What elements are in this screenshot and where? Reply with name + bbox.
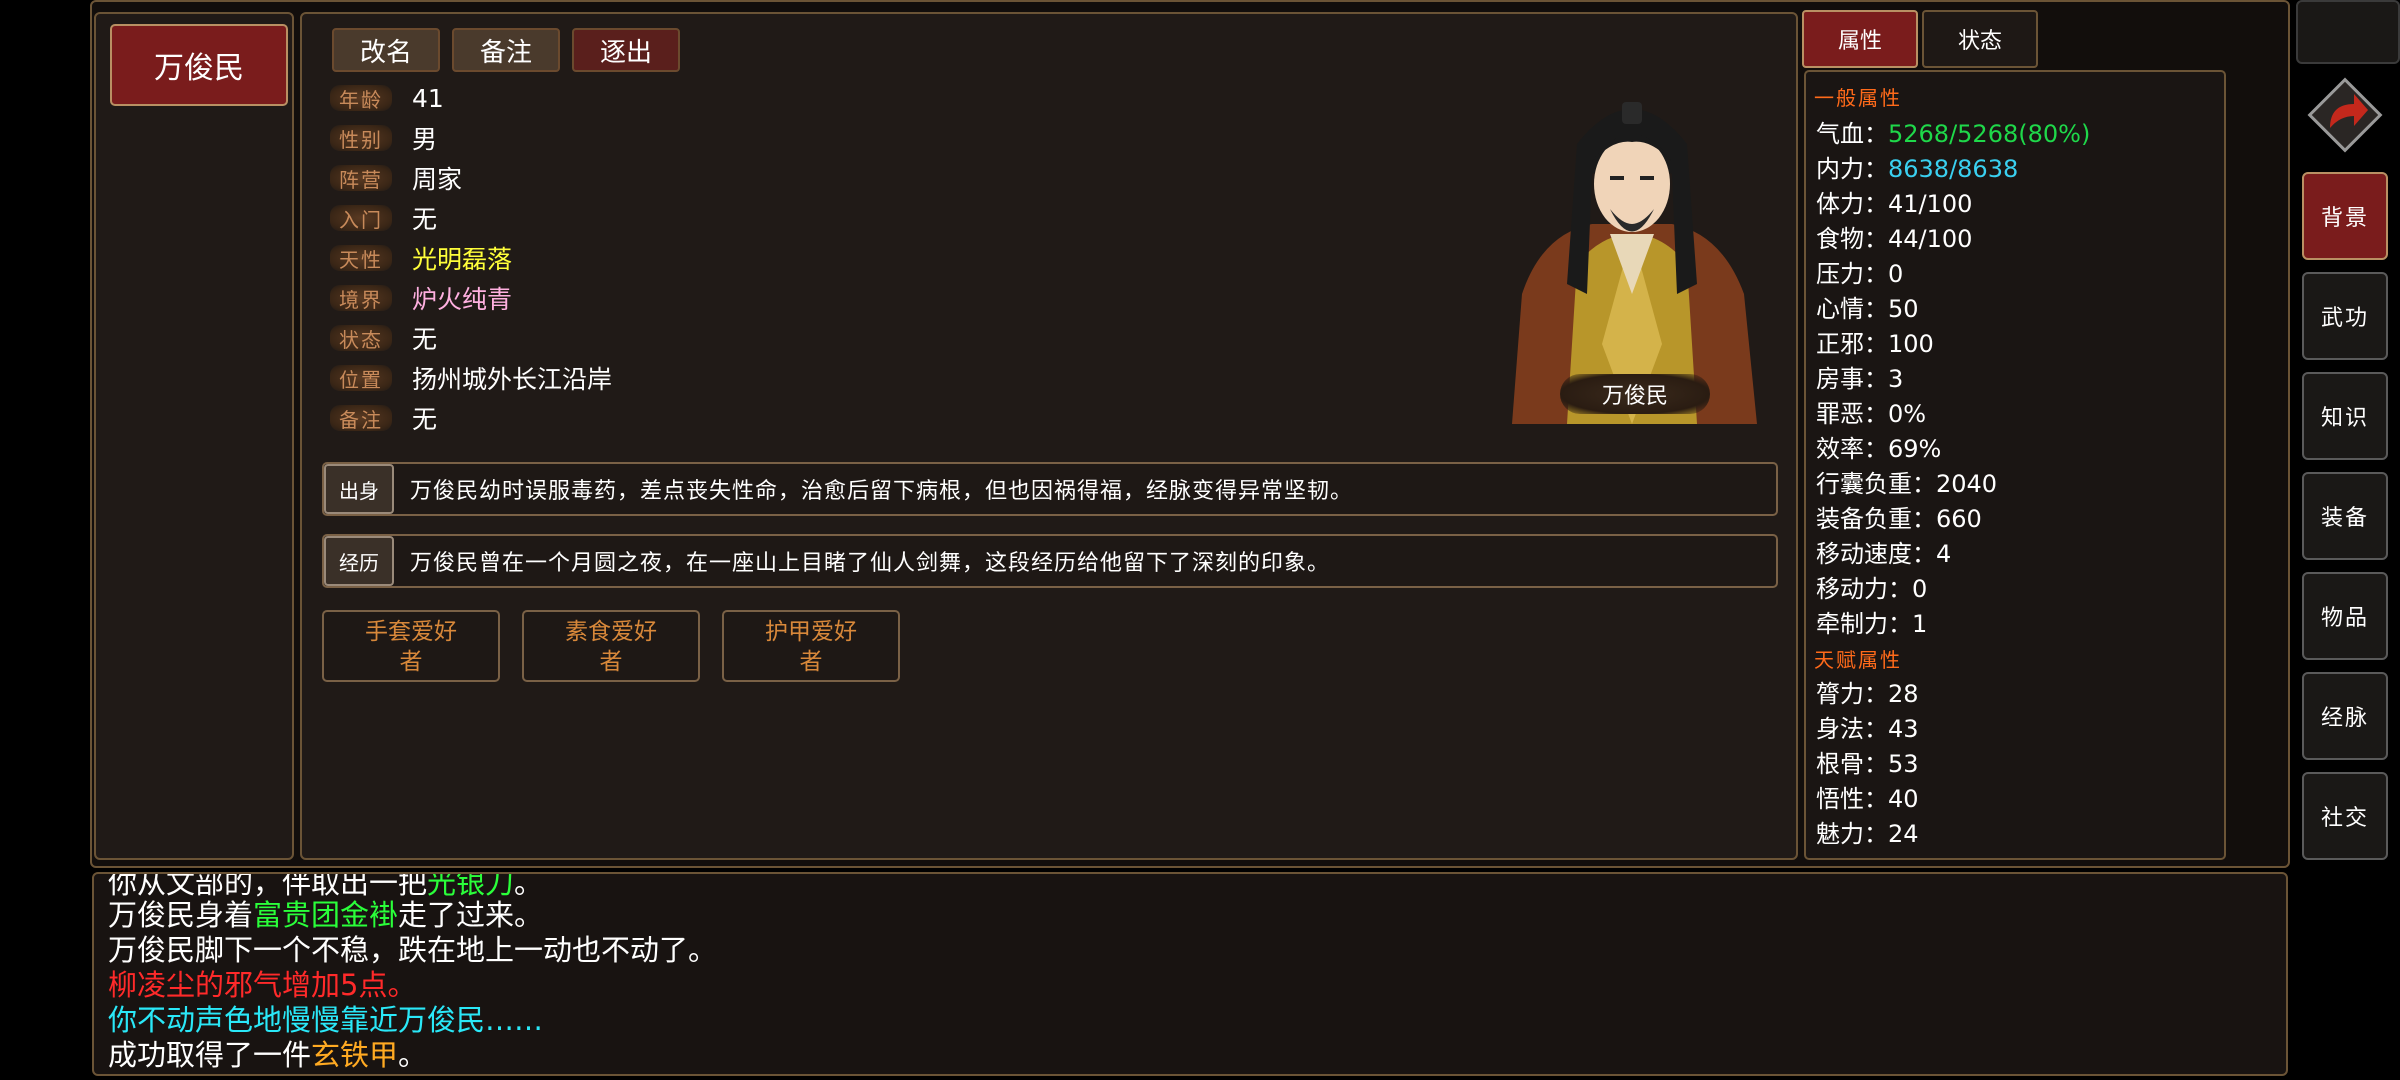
portrait-caption: 万俊民 [1560, 374, 1710, 414]
info-value: 男 [412, 125, 438, 154]
info-row-entry: 入门 无 [330, 200, 437, 236]
log-line: 成功取得了一件玄铁甲。 [108, 1038, 428, 1072]
attr-crime: 罪恶：0% [1816, 400, 1927, 428]
expel-button[interactable]: 逐出 [572, 28, 680, 72]
attr-strength: 膂力：28 [1816, 680, 1919, 708]
attr-agility: 身法：43 [1816, 715, 1919, 743]
attr-mood: 心情：50 [1816, 295, 1919, 323]
origin-text: 万俊民幼时误服毒药，差点丧失性命，治愈后留下病根，但也因祸得福，经脉变得异常坚韧… [410, 479, 1354, 504]
experience-text: 万俊民曾在一个月圆之夜，在一座山上目睹了仙人剑舞，这段经历给他留下了深刻的印象。 [410, 551, 1331, 576]
hobby-label: 素食爱好 [565, 619, 657, 645]
info-row-note: 备注 无 [330, 400, 437, 436]
attr-restraint: 牵制力：1 [1816, 610, 1928, 638]
info-label: 性别 [330, 125, 392, 152]
info-label: 境界 [330, 285, 392, 312]
info-label: 阵营 [330, 165, 392, 192]
talent-attributes-title: 天赋属性 [1814, 648, 1902, 672]
note-button[interactable]: 备注 [452, 28, 560, 72]
character-list: 万俊民 [94, 12, 294, 860]
info-label: 入门 [330, 205, 392, 232]
info-row-nature: 天性 光明磊落 [330, 240, 512, 276]
info-row-status: 状态 无 [330, 320, 437, 356]
message-log[interactable]: 你从文部的，伴取出一把光银刀。 万俊民身着富贵团金褂走了过来。 万俊民脚下一个不… [92, 872, 2288, 1076]
attr-move-power: 移动力：0 [1816, 575, 1928, 603]
character-name-button[interactable]: 万俊民 [110, 24, 288, 106]
origin-box: 出身 万俊民幼时误服毒药，差点丧失性命，治愈后留下病根，但也因祸得福，经脉变得异… [322, 462, 1778, 516]
rename-button[interactable]: 改名 [332, 28, 440, 72]
experience-box: 经历 万俊民曾在一个月圆之夜，在一座山上目睹了仙人剑舞，这段经历给他留下了深刻的… [322, 534, 1778, 588]
hobby-label: 护甲爱好 [765, 619, 857, 645]
info-row-realm: 境界 炉火纯青 [330, 280, 512, 316]
info-row-gender: 性别 男 [330, 120, 437, 156]
info-label: 位置 [330, 365, 392, 392]
hobby-label: 手套爱好 [365, 619, 457, 645]
side-menu-equipment[interactable]: 装备 [2302, 472, 2388, 560]
info-value: 无 [412, 325, 438, 354]
attr-stamina: 体力：41/100 [1816, 190, 1973, 218]
side-menu-items[interactable]: 物品 [2302, 572, 2388, 660]
info-label: 备注 [330, 405, 392, 432]
attr-food: 食物：44/100 [1816, 225, 1973, 253]
hobby-label: 者 [799, 649, 823, 675]
hobby-tag[interactable]: 素食爱好 者 [522, 610, 700, 682]
origin-tag: 出身 [324, 464, 394, 514]
info-row-location: 位置 扬州城外长江沿岸 [330, 360, 612, 396]
info-row-faction: 阵营 周家 [330, 160, 462, 196]
info-label: 年龄 [330, 85, 392, 112]
hobby-label: 者 [399, 649, 423, 675]
attr-pressure: 压力：0 [1816, 260, 1904, 288]
portrait-image [1512, 102, 1757, 424]
attribute-panel[interactable]: 一般属性 气血：5268/5268(80%) 内力：8638/8638 体力：4… [1804, 70, 2226, 860]
attr-equip-weight: 装备负重：660 [1816, 505, 1982, 533]
info-value: 扬州城外长江沿岸 [412, 365, 613, 394]
back-button[interactable] [2300, 70, 2390, 160]
attr-mp: 内力：8638/8638 [1816, 155, 2019, 183]
attr-hp: 气血：5268/5268(80%) [1816, 120, 2091, 148]
info-value: 炉火纯青 [412, 285, 513, 314]
top-right-slot [2296, 0, 2400, 64]
attr-efficiency: 效率：69% [1816, 435, 1942, 463]
side-menu-meridians[interactable]: 经脉 [2302, 672, 2388, 760]
hobby-tag[interactable]: 护甲爱好 者 [722, 610, 900, 682]
attr-bag-weight: 行囊负重：2040 [1816, 470, 1998, 498]
attr-comprehension: 悟性：40 [1816, 785, 1919, 813]
side-menu-martial-arts[interactable]: 武功 [2302, 272, 2388, 360]
character-portrait: 万俊民 [1482, 84, 1782, 424]
info-value: 光明磊落 [412, 245, 513, 274]
attr-move-speed: 移动速度：4 [1816, 540, 1952, 568]
general-attributes-title: 一般属性 [1814, 86, 1902, 110]
side-menu-background[interactable]: 背景 [2302, 172, 2388, 260]
attr-charm: 魅力：24 [1816, 820, 1919, 848]
tab-attributes[interactable]: 属性 [1802, 10, 1918, 68]
tab-status[interactable]: 状态 [1922, 10, 2038, 68]
side-menu-social[interactable]: 社交 [2302, 772, 2388, 860]
info-row-age: 年龄 41 [330, 80, 444, 116]
info-label: 状态 [330, 325, 392, 352]
hobby-label: 者 [599, 649, 623, 675]
side-menu-knowledge[interactable]: 知识 [2302, 372, 2388, 460]
character-detail-panel: 改名 备注 逐出 年龄 41 性别 男 阵营 周家 入门 无 天性 光明磊落 境… [300, 12, 1798, 860]
info-value: 41 [412, 83, 444, 113]
attr-morality: 正邪：100 [1816, 330, 1934, 358]
info-value: 无 [412, 405, 438, 434]
attr-romance: 房事：3 [1816, 365, 1904, 393]
info-value: 周家 [412, 165, 463, 194]
info-label: 天性 [330, 245, 392, 272]
hobby-tag[interactable]: 手套爱好 者 [322, 610, 500, 682]
attr-constitution: 根骨：53 [1816, 750, 1919, 778]
back-arrow-icon [2307, 77, 2383, 153]
experience-tag: 经历 [324, 536, 394, 586]
info-value: 无 [412, 205, 438, 234]
